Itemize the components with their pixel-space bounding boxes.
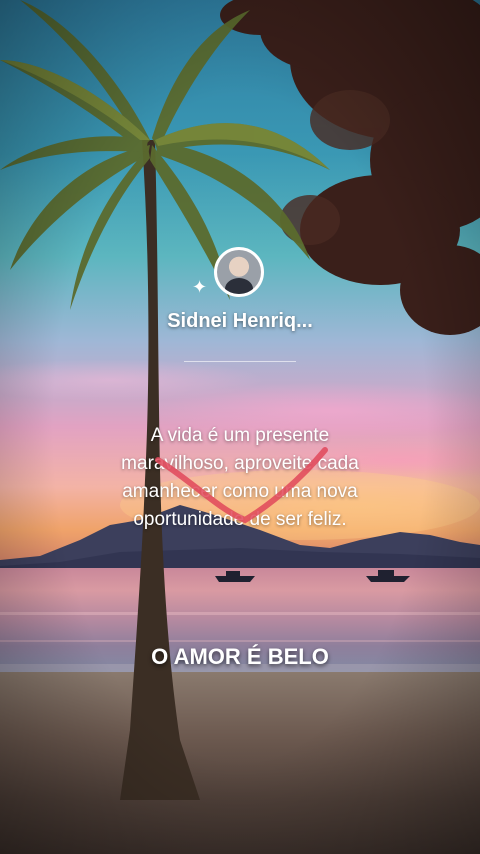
footer-title: O AMOR É BELO — [151, 644, 329, 669]
story-screen: ✦ Sidnei Henriq... A vida é um presente … — [0, 0, 480, 854]
heart-doodle-icon — [155, 447, 328, 524]
